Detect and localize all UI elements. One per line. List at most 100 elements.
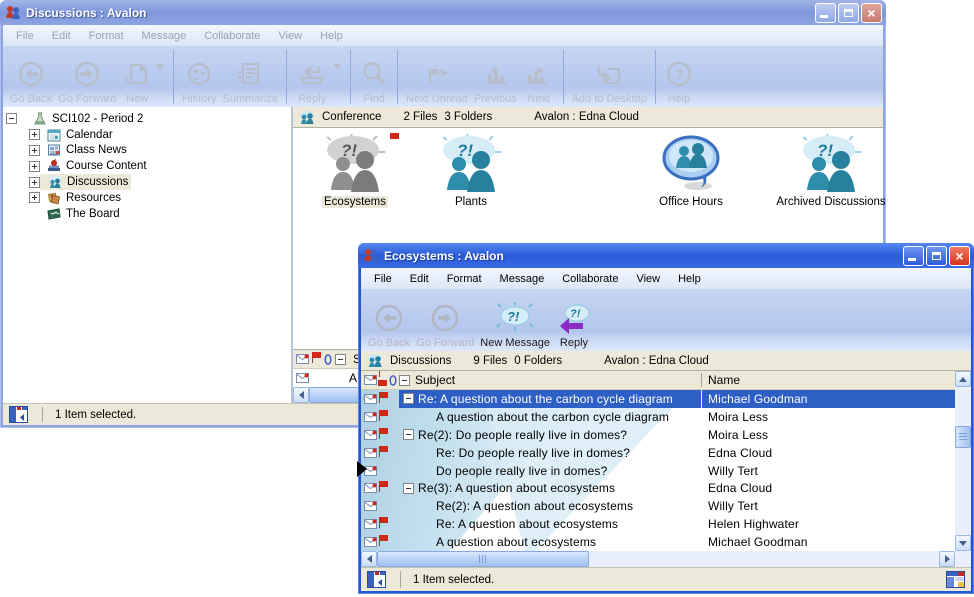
flag-icon — [379, 535, 388, 549]
menu-item-file[interactable]: File — [365, 273, 401, 285]
menu-item-help[interactable]: Help — [669, 273, 710, 285]
conference-item-office-hours[interactable]: Office Hours — [641, 134, 741, 208]
scrollbar-thumb[interactable] — [377, 551, 589, 567]
previous-icon — [479, 57, 511, 93]
envelope-icon — [296, 373, 309, 383]
tree-item-the-board[interactable]: The Board — [3, 206, 291, 222]
expand-box[interactable] — [29, 145, 40, 156]
conference-item-archived-discussions[interactable]: ?! Archived Discussions — [766, 134, 896, 208]
maximize-button[interactable] — [926, 246, 947, 266]
name-column-header[interactable]: Name — [701, 373, 955, 387]
menu-item-help[interactable]: Help — [311, 30, 352, 42]
conference-item-ecosystems[interactable]: ?! Ecosystems — [307, 134, 403, 208]
message-row[interactable]: Re(2): A question about ecosystems Willy… — [361, 497, 955, 515]
go-back-button[interactable]: Go Back — [8, 49, 54, 105]
toolbar-separator — [655, 50, 656, 104]
scroll-up-button[interactable] — [955, 371, 971, 387]
new-message-icon: ?! — [496, 301, 534, 337]
menu-item-view[interactable]: View — [627, 273, 669, 285]
scroll-right-button[interactable] — [939, 551, 955, 567]
minimize-button[interactable] — [903, 246, 924, 266]
tree-item-resources[interactable]: Resources — [3, 190, 291, 206]
scroll-down-button[interactable] — [955, 535, 971, 551]
summarize-button[interactable]: Summarize — [221, 49, 281, 105]
collapse-thread-box[interactable] — [403, 429, 414, 440]
add-to-desktop-button[interactable]: Add to Desktop — [570, 49, 649, 105]
scroll-left-button[interactable] — [293, 387, 309, 403]
message-row[interactable]: A question about the carbon cycle diagra… — [361, 408, 955, 426]
next-unread-button[interactable]: Next Unread — [404, 49, 470, 105]
menu-item-format[interactable]: Format — [438, 273, 491, 285]
vertical-scrollbar[interactable] — [955, 371, 971, 551]
collapse-thread-box[interactable] — [403, 393, 414, 404]
expand-box[interactable] — [29, 161, 40, 172]
conference-item-plants[interactable]: ?! Plants — [423, 134, 519, 208]
new-document-icon — [122, 57, 152, 93]
close-button[interactable] — [949, 246, 970, 266]
minimize-button[interactable] — [815, 3, 836, 23]
history-button[interactable]: History — [180, 49, 218, 105]
history-icon — [184, 57, 214, 93]
subject-column-header[interactable]: Subject — [399, 373, 701, 387]
expand-box[interactable] — [29, 192, 40, 203]
message-row[interactable]: Re(2): Do people really live in domes? M… — [361, 426, 955, 444]
subject-fragment: A — [349, 371, 357, 385]
panel-toggle-icon[interactable] — [367, 571, 386, 588]
menu-item-format[interactable]: Format — [80, 30, 133, 42]
menu-item-collaborate[interactable]: Collaborate — [553, 273, 627, 285]
app-icon — [5, 5, 21, 20]
new-dropdown-arrow[interactable] — [156, 64, 164, 69]
reply-button[interactable]: Reply — [293, 49, 331, 105]
go-forward-button[interactable]: Go Forward — [414, 292, 476, 349]
envelope-icon — [296, 354, 309, 364]
panel-toggle-icon[interactable] — [9, 406, 28, 423]
titlebar[interactable]: Ecosystems : Avalon — [358, 243, 974, 268]
titlebar[interactable]: Discussions : Avalon — [0, 0, 886, 25]
expand-box[interactable] — [29, 129, 40, 140]
tree-item-class-news[interactable]: Class News — [3, 143, 291, 159]
menu-item-edit[interactable]: Edit — [43, 30, 80, 42]
tree-item-course-content[interactable]: Course Content — [3, 158, 291, 174]
view-layout-icon[interactable] — [946, 571, 965, 588]
paperclip-icon — [324, 354, 332, 365]
reply-button[interactable]: ?! Reply — [554, 292, 594, 349]
menu-item-edit[interactable]: Edit — [401, 273, 438, 285]
go-back-button[interactable]: Go Back — [366, 292, 412, 349]
menu-item-file[interactable]: File — [7, 30, 43, 42]
close-button[interactable] — [861, 3, 882, 23]
message-list-header[interactable]: Subject Name — [361, 371, 955, 390]
maximize-button[interactable] — [838, 3, 859, 23]
next-icon — [523, 57, 555, 93]
new-message-button[interactable]: ?! New Message — [478, 292, 552, 349]
collapse-all-icon — [399, 375, 410, 386]
file-count: 2 Files — [403, 111, 437, 123]
expand-box[interactable] — [29, 177, 40, 188]
scroll-left-button[interactable] — [361, 551, 377, 567]
find-button[interactable]: Find — [357, 49, 391, 105]
message-row[interactable]: Re: Do people really live in domes? Edna… — [361, 444, 955, 462]
tree-item-calendar[interactable]: Calendar — [3, 127, 291, 143]
tree-item-sci102[interactable]: SCI102 - Period 2 — [3, 111, 291, 127]
next-button[interactable]: Next — [521, 49, 557, 105]
reply-dropdown-arrow[interactable] — [333, 64, 341, 69]
collapse-thread-box[interactable] — [403, 483, 414, 494]
menu-item-view[interactable]: View — [269, 30, 311, 42]
message-list: Subject Name Re: A question about the ca… — [361, 371, 971, 551]
menu-item-collaborate[interactable]: Collaborate — [195, 30, 269, 42]
message-row[interactable]: A question about ecosystems Michael Good… — [361, 533, 955, 551]
menu-item-message[interactable]: Message — [133, 30, 196, 42]
go-forward-button[interactable]: Go Forward — [56, 49, 118, 105]
new-button[interactable]: New — [120, 49, 154, 105]
menu-item-message[interactable]: Message — [491, 273, 554, 285]
tree-item-discussions[interactable]: Discussions — [3, 174, 291, 190]
message-row[interactable]: Re(3): A question about ecosystems Edna … — [361, 479, 955, 497]
scrollbar-thumb[interactable] — [955, 426, 971, 448]
help-button[interactable]: ? Help — [662, 49, 696, 105]
collapse-box[interactable] — [6, 113, 17, 124]
message-row[interactable]: Re: A question about the carbon cycle di… — [361, 390, 955, 408]
envelope-icon — [364, 483, 377, 493]
message-row[interactable]: Do people really live in domes? Willy Te… — [361, 462, 955, 480]
message-row[interactable]: Re: A question about ecosystems Helen Hi… — [361, 515, 955, 533]
horizontal-scrollbar[interactable] — [361, 551, 955, 567]
previous-button[interactable]: Previous — [472, 49, 519, 105]
